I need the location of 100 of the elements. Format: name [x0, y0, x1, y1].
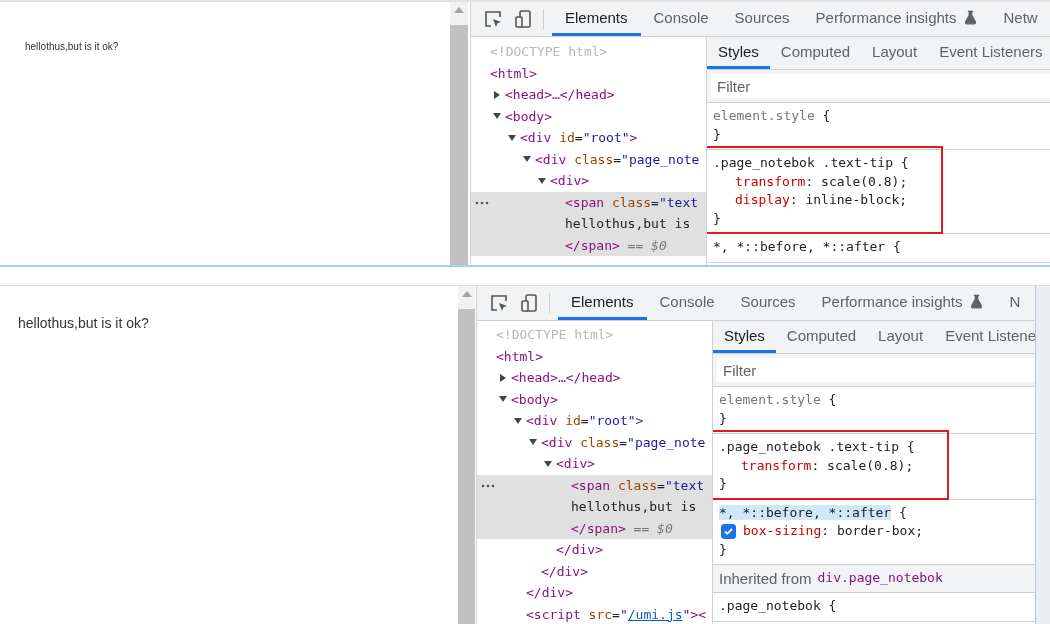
open-brace: { [828, 392, 837, 407]
devtools-tab[interactable]: Elements [552, 2, 641, 36]
caret-down-icon[interactable] [523, 155, 531, 164]
dom-node-text: <html> [496, 348, 543, 364]
css-selector: .page_notebok [719, 598, 821, 613]
css-declaration: display: inline-block; [735, 191, 908, 209]
more-dots-icon[interactable] [481, 483, 495, 488]
caret-down-icon[interactable] [499, 395, 507, 404]
devtools-tab[interactable]: Performance insights [808, 286, 997, 320]
dom-node-text: </div> [526, 585, 573, 601]
dom-node-text: </div> [556, 542, 603, 558]
css-selector: .page_notebok .text-tip [719, 439, 899, 454]
caret-down-icon[interactable] [529, 438, 537, 447]
dom-node-text: <!DOCTYPE html> [490, 44, 608, 60]
dom-node-text: <head>…</head> [505, 87, 615, 103]
dom-node-text: </span> == $0 [565, 237, 667, 253]
dom-node-text: <div id="root"> [526, 413, 644, 429]
dom-node-text: <div id="root"> [520, 130, 638, 146]
caret-down-icon[interactable] [538, 176, 546, 185]
page-text: hellothus,but is it ok? [25, 41, 119, 52]
caret-down-icon[interactable] [508, 133, 516, 142]
caret-down-icon[interactable] [544, 459, 552, 468]
dom-line[interactable]: <script src="/umi.js">< [477, 603, 712, 624]
css-selector: *, *::before, *::after [719, 504, 892, 520]
dom-line[interactable]: <head>…</head> [471, 84, 706, 106]
close-brace: } [719, 541, 727, 557]
css-selector: .page_notebok .text-tip [713, 155, 893, 170]
close-brace: } [719, 476, 727, 491]
device-icon[interactable] [519, 293, 539, 313]
open-brace: { [828, 598, 837, 613]
dom-line[interactable]: <div> [471, 170, 706, 192]
dom-line[interactable]: <html> [471, 62, 706, 84]
close-brace: } [713, 210, 721, 226]
inherited-source[interactable]: div.page_notebok [817, 570, 943, 587]
css-declaration: transform: scale(0.8); [741, 456, 914, 475]
devtools-tab[interactable]: Sources [727, 286, 809, 320]
caret-down-icon[interactable] [493, 112, 501, 121]
css-selector: *, *::before, *::after [713, 239, 886, 254]
dom-node-text: </span> == $0 [571, 520, 673, 536]
styles-tab[interactable]: Event Listene [934, 321, 1035, 353]
page-text: hellothus,but is it ok? [18, 315, 149, 331]
dom-node-text: <div> [556, 456, 596, 472]
close-brace: } [713, 126, 721, 142]
caret-down-icon[interactable] [514, 416, 522, 425]
css-selector: element.style [713, 108, 815, 123]
devtools-tab[interactable]: Console [646, 286, 728, 320]
devtools-tab[interactable]: Performance insights [802, 2, 991, 36]
styles-tab[interactable]: Layout [861, 37, 929, 69]
dom-line[interactable]: <body> [477, 388, 712, 410]
dom-line[interactable]: <div id="root"> [477, 410, 712, 432]
checkbox[interactable] [721, 523, 736, 539]
styles-tab[interactable]: Event Listeners [928, 37, 1050, 69]
dom-node-text: <head>…</head> [511, 370, 621, 386]
dom-line[interactable]: <body> [471, 105, 706, 127]
devtools-tab[interactable]: N [996, 286, 1034, 320]
scroll-bar[interactable] [458, 286, 475, 624]
devtools-tab[interactable]: Netw [990, 2, 1050, 36]
dom-line[interactable]: <div class="page_note [471, 148, 706, 170]
open-brace: { [906, 439, 915, 454]
dom-node-text: <div class="page_note [541, 434, 706, 450]
dom-node-text: <div class="page_note [535, 151, 700, 167]
dom-line[interactable]: <head>…</head> [477, 367, 712, 389]
styles-tab[interactable]: Computed [769, 37, 862, 69]
filter-field[interactable]: Filter [717, 358, 1035, 382]
dom-line[interactable]: <html> [477, 345, 712, 367]
device-icon[interactable] [513, 9, 533, 29]
open-brace: { [822, 108, 831, 123]
open-brace: { [893, 239, 901, 254]
open-brace: { [899, 504, 907, 520]
caret-right-icon[interactable] [493, 90, 501, 99]
dom-line[interactable]: <div id="root"> [471, 127, 706, 149]
dom-node-text: hellothus,but is [565, 216, 691, 232]
open-brace: { [900, 155, 909, 170]
inspect-icon[interactable] [483, 9, 503, 29]
styles-tab[interactable]: Computed [775, 321, 868, 353]
devtools-tab[interactable]: Sources [721, 2, 803, 36]
dom-node-text: <html> [490, 65, 537, 81]
devtools-tab[interactable]: Elements [558, 286, 647, 320]
dom-node-text: <script src="/umi.js">< [526, 606, 707, 622]
dom-line[interactable]: </div> [477, 539, 712, 561]
dom-node-text: <body> [505, 108, 552, 124]
dom-line[interactable]: </div> [477, 560, 712, 582]
dom-node-text: <span class="text [565, 194, 699, 210]
caret-right-icon[interactable] [499, 373, 507, 382]
more-dots-icon[interactable] [475, 200, 489, 205]
dom-node-text: <div> [550, 173, 590, 189]
dom-line[interactable]: </div> [477, 582, 712, 604]
devtools-tab[interactable]: Console [640, 2, 722, 36]
inherited-label: Inherited from [719, 570, 812, 587]
filter-field[interactable]: Filter [711, 74, 1050, 98]
dom-line[interactable]: <div class="page_note [477, 431, 712, 453]
css-selector: element.style [719, 392, 821, 407]
dom-node-text: <body> [511, 391, 558, 407]
css-declaration: box-sizing: border-box; [743, 522, 924, 540]
dom-line[interactable]: <div> [477, 453, 712, 475]
close-brace: } [719, 410, 727, 426]
inspect-icon[interactable] [489, 293, 509, 313]
dom-node-text: </div> [541, 563, 588, 579]
scroll-bar[interactable] [450, 2, 468, 265]
styles-tab[interactable]: Layout [867, 321, 935, 353]
